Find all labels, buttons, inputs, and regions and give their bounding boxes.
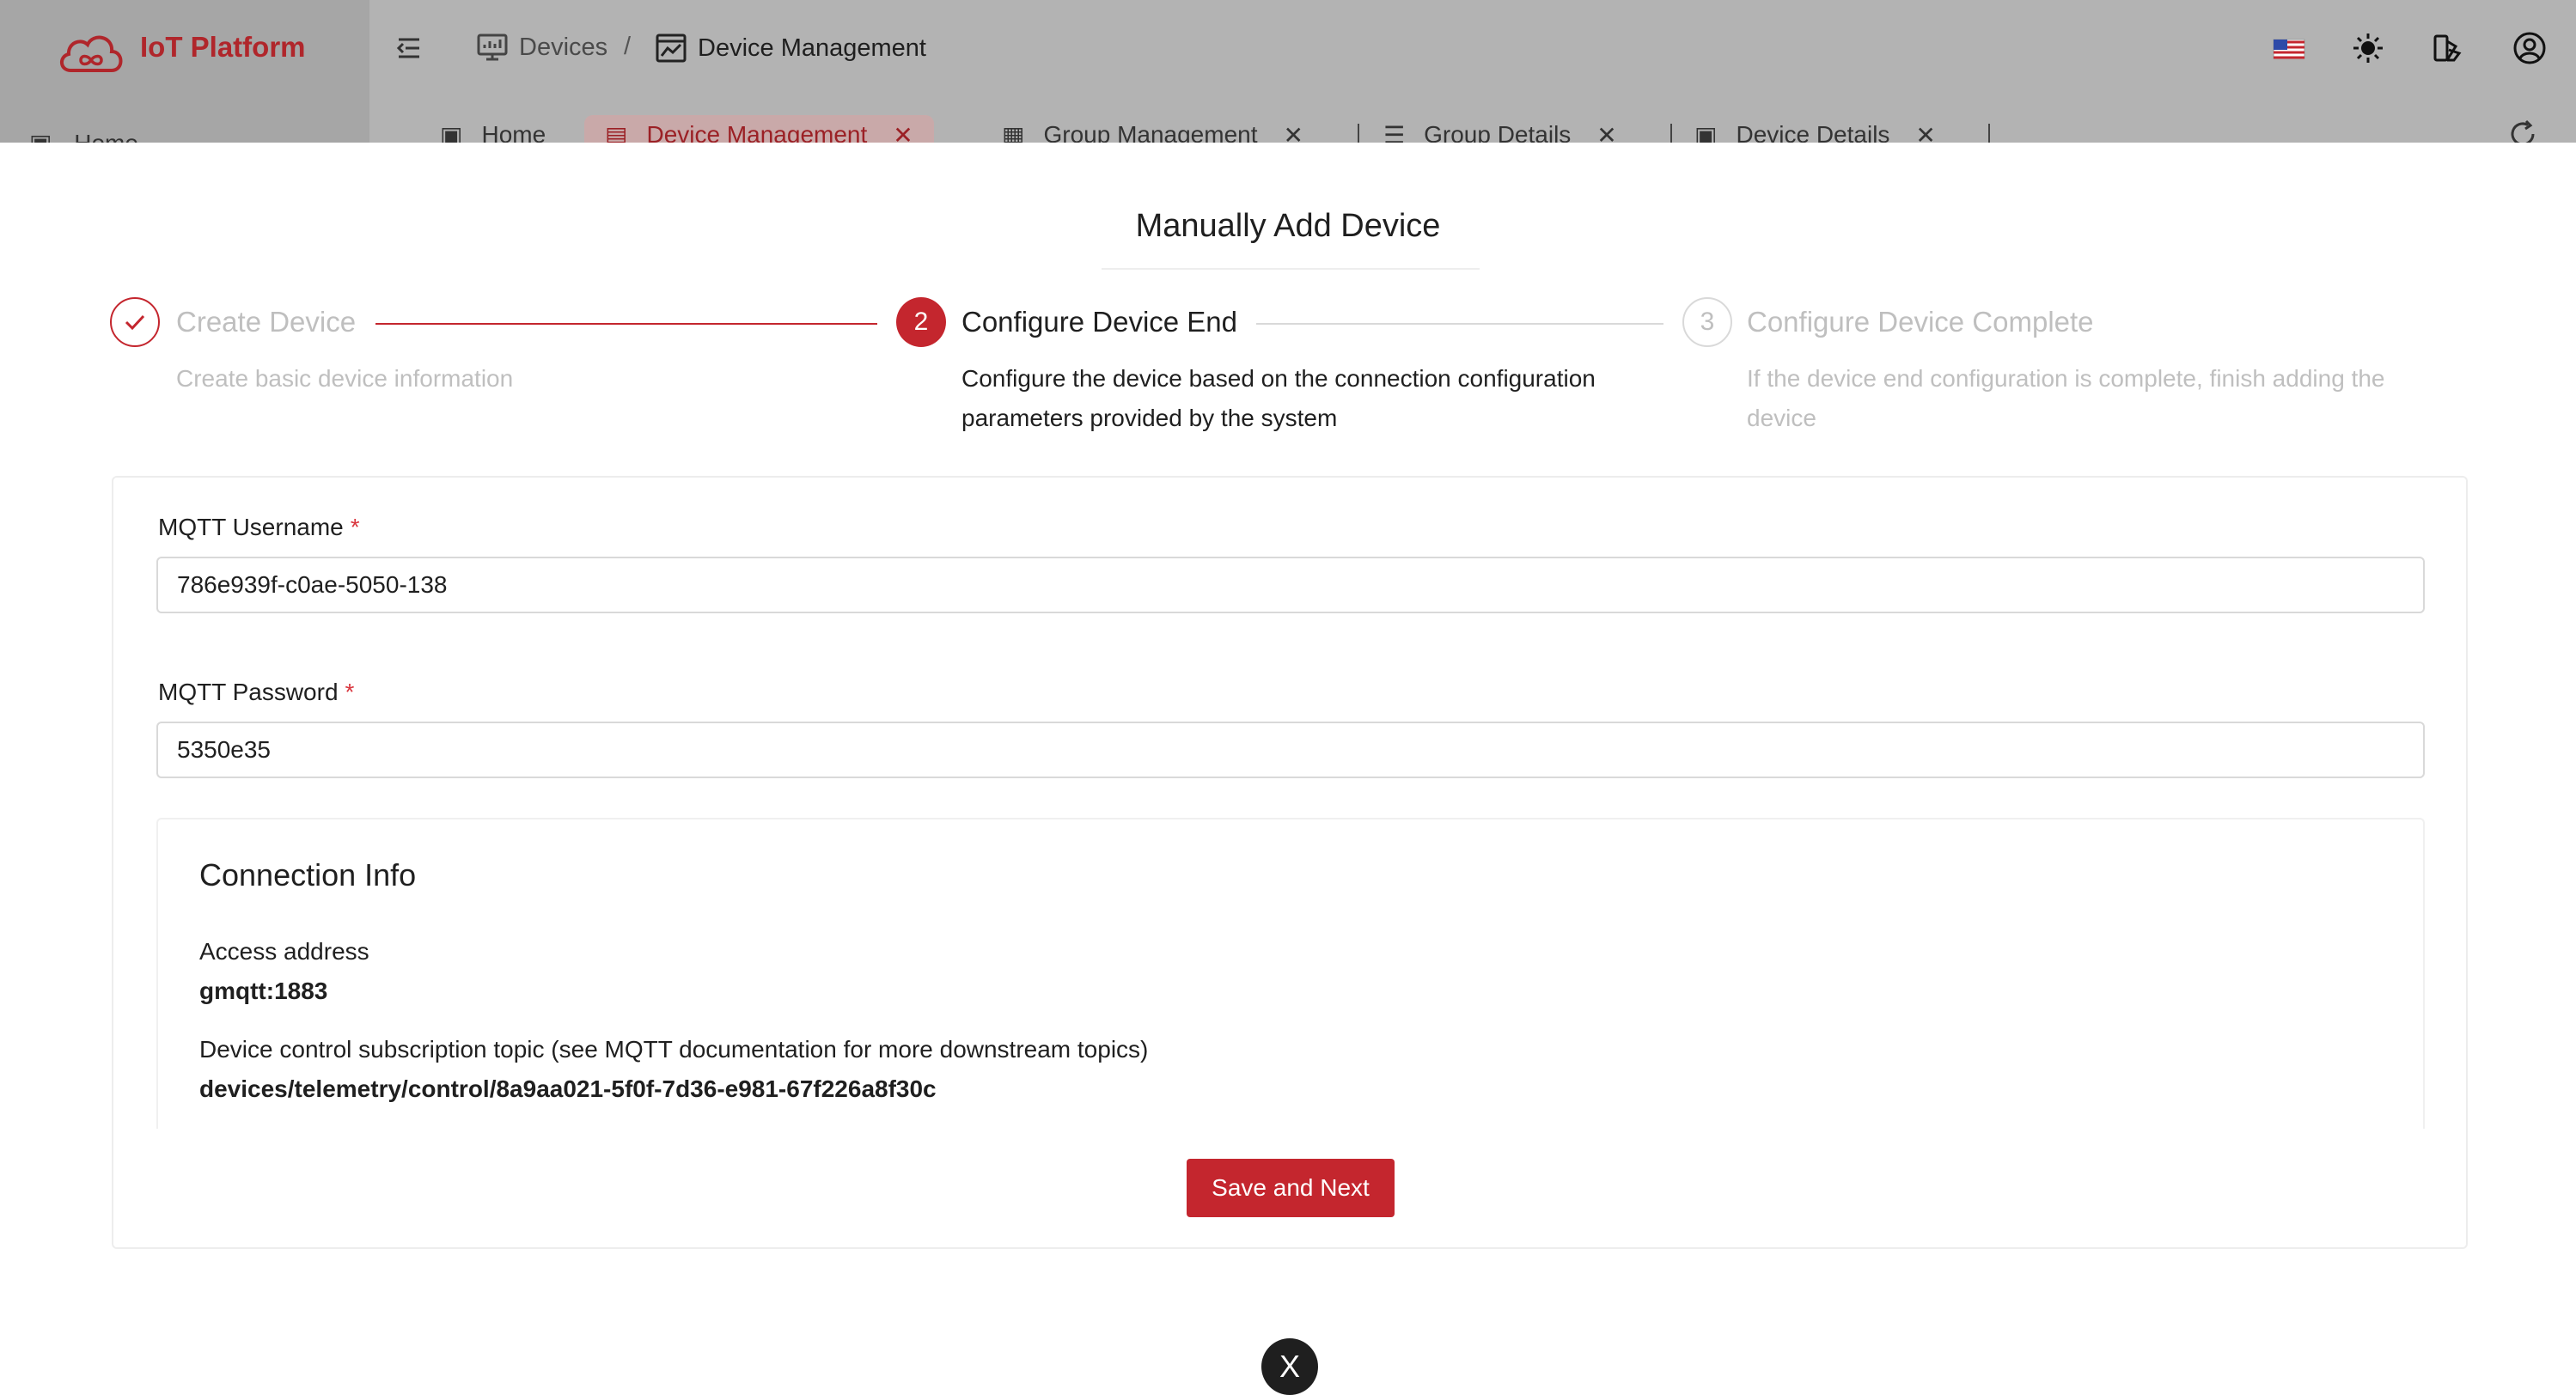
sun-icon[interactable]	[2351, 31, 2385, 65]
breadcrumb-devices[interactable]: Devices	[476, 33, 607, 62]
step-3-title: Configure Device Complete	[1747, 306, 2094, 338]
monitor-icon	[477, 34, 508, 61]
step-1-check-icon	[110, 297, 160, 347]
us-flag-icon[interactable]	[2272, 31, 2306, 65]
user-avatar-icon[interactable]	[2512, 31, 2547, 65]
mqtt-username-label: MQTT Username *	[158, 514, 360, 541]
step-2-indicator: 2	[896, 297, 946, 347]
step-1-description: Create basic device information	[176, 365, 514, 392]
mqtt-password-label: MQTT Password *	[158, 679, 354, 706]
label-text: MQTT Password	[158, 679, 339, 705]
collapse-menu-icon[interactable]	[394, 33, 424, 64]
step-3-description: If the device end configuration is compl…	[1747, 365, 2385, 431]
breadcrumb-separator: /	[624, 33, 632, 60]
mqtt-password-input[interactable]	[156, 722, 2425, 778]
mqtt-username-input[interactable]	[156, 557, 2425, 613]
step-1-title: Create Device	[176, 306, 357, 338]
tab-bar: ▣ Home ▤ Device Management ✕ ▦ Group Man…	[369, 98, 2576, 155]
add-device-modal: Manually Add Device Create Device Create…	[0, 143, 2576, 1395]
close-modal-button[interactable]: X	[1261, 1338, 1318, 1395]
theme-switch-icon[interactable]	[2430, 31, 2464, 65]
step-2-description: Configure the device based on the connec…	[961, 365, 1596, 431]
subscription-topic-value: devices/telemetry/control/8a9aa021-5f0f-…	[199, 1075, 937, 1102]
step-1-connector	[375, 323, 877, 325]
top-header	[0, 0, 2576, 98]
required-mark: *	[350, 514, 360, 540]
subscription-topic-label: Device control subscription topic (see M…	[199, 1036, 1149, 1063]
step-3-indicator: 3	[1682, 297, 1732, 347]
breadcrumb-label: Devices	[519, 33, 608, 61]
breadcrumb-label: Device Management	[698, 34, 926, 62]
title-divider	[1102, 268, 1480, 270]
sidebar-header: IoT Platform ▣ Home	[0, 0, 369, 156]
cloud-logo-icon	[60, 35, 123, 72]
connection-info-title: Connection Info	[199, 857, 417, 892]
label-text: MQTT Username	[158, 514, 344, 540]
modal-title: Manually Add Device	[1135, 208, 1441, 244]
breadcrumb-device-management[interactable]: Device Management	[655, 33, 926, 64]
required-mark: *	[345, 679, 355, 705]
chart-window-icon	[656, 34, 687, 63]
step-2-title: Configure Device End	[961, 306, 1238, 338]
step-2-connector	[1256, 323, 1663, 325]
connection-info-panel: Connection Info Access address gmqtt:188…	[156, 818, 2425, 1129]
app-title: IoT Platform	[140, 31, 306, 63]
save-and-next-button[interactable]: Save and Next	[1187, 1159, 1395, 1217]
access-address-label: Access address	[199, 938, 369, 965]
access-address-value: gmqtt:1883	[199, 978, 328, 1004]
